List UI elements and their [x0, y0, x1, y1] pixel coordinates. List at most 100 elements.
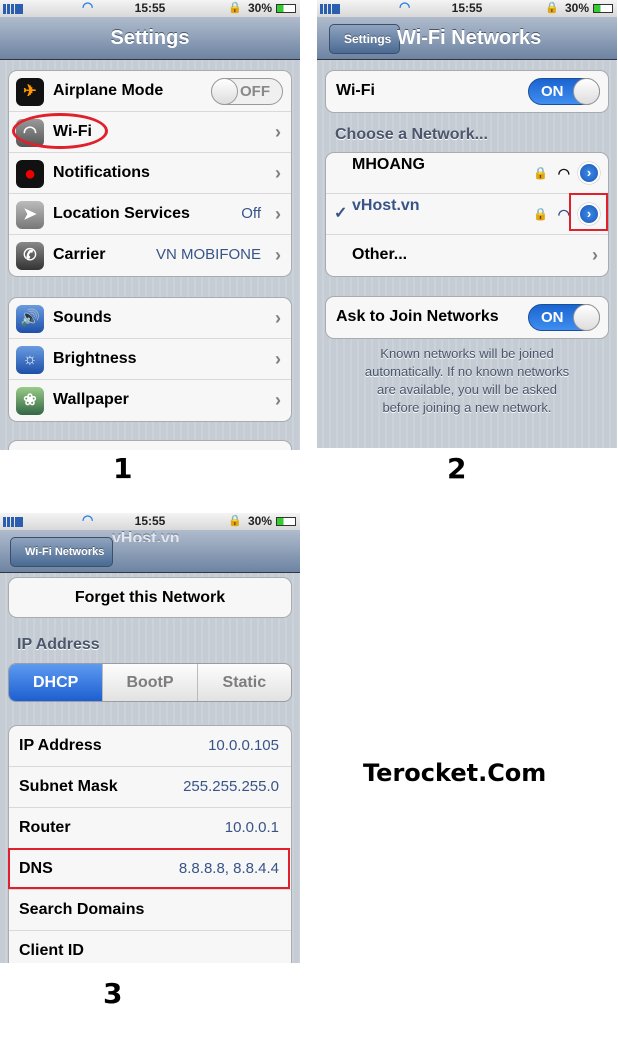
row-wallpaper[interactable]: ❀ Wallpaper › — [9, 380, 291, 421]
wifi-toggle[interactable]: ON — [528, 78, 600, 105]
row-location-services[interactable]: ➤ Location Services Off › — [9, 194, 291, 235]
row-label: Location Services — [53, 205, 190, 222]
ask-join-toggle[interactable]: ON — [528, 304, 600, 331]
row-label: Wallpaper — [53, 391, 129, 408]
row-label: Other... — [352, 246, 408, 263]
page-title: Settings — [110, 27, 190, 49]
row-search-domains[interactable]: Search Domains — [9, 890, 291, 931]
rotation-lock-icon: 🔒 — [228, 2, 242, 14]
row-label: IP Address — [19, 737, 102, 754]
toggle-knob — [211, 78, 238, 105]
blank-area — [0, 963, 300, 1038]
settings-group-3 — [8, 440, 292, 450]
toggle-label: ON — [541, 309, 564, 326]
row-wifi: Wi-Fi ON — [326, 71, 608, 112]
row-label: Subnet Mask — [19, 778, 118, 795]
row-notifications[interactable]: ● Notifications › — [9, 153, 291, 194]
ip-mode-segmented-control: DHCP BootP Static — [8, 663, 292, 702]
back-button[interactable]: Wi-Fi Networks — [10, 537, 114, 567]
nav-bar: Settings Wi-Fi Networks — [317, 17, 617, 60]
row-label: Search Domains — [19, 901, 145, 918]
row-label: Brightness — [53, 350, 137, 367]
chevron-right-icon: › — [275, 245, 281, 265]
checkmark-icon: ✓ — [334, 205, 348, 222]
settings-group-2: 🔊 Sounds › ☼ Brightness › ❀ Wallpaper › — [8, 297, 292, 422]
row-client-id[interactable]: Client ID — [9, 931, 291, 963]
detail-disclosure-button[interactable]: › — [578, 162, 600, 184]
toggle-knob — [573, 304, 600, 331]
segment-dhcp[interactable]: DHCP — [9, 664, 103, 701]
battery-percent: 30% — [565, 1, 590, 15]
row-label: Ask to Join Networks — [336, 308, 499, 325]
watermark-text: Terocket.Com — [363, 759, 547, 787]
toggle-label: OFF — [240, 83, 270, 100]
rotation-lock-icon: 🔒 — [228, 515, 242, 527]
row-label: Airplane Mode — [53, 82, 164, 99]
wifi-networks-screen: ◠ 15:55 🔒 30% Settings Wi-Fi Networks Wi… — [317, 0, 617, 448]
network-item-selected[interactable]: ✓ vHost.vn 🔒 ◠ › — [326, 194, 608, 235]
airplane-toggle[interactable]: OFF — [211, 78, 283, 105]
row-value: 255.255.255.0 — [183, 778, 279, 795]
row-ask-to-join: Ask to Join Networks ON — [326, 297, 608, 338]
chevron-right-icon: › — [275, 349, 281, 369]
segment-static[interactable]: Static — [196, 664, 291, 701]
row-value: 10.0.0.105 — [208, 737, 279, 754]
forget-network-button[interactable]: Forget this Network — [8, 577, 292, 618]
wifi-toggle-group: Wi-Fi ON — [325, 70, 609, 113]
ask-join-group: Ask to Join Networks ON — [325, 296, 609, 339]
ip-details-table: IP Address 10.0.0.105 Subnet Mask 255.255.… — [8, 725, 292, 963]
notifications-icon: ● — [16, 160, 44, 188]
speaker-icon: 🔊 — [16, 305, 44, 333]
settings-screen: ◠ 15:55 🔒 30% Settings ✈ Airplane Mode OFF… — [0, 0, 300, 450]
toggle-label: ON — [541, 83, 564, 100]
network-detail-screen: ◠ 15:55 🔒 30% Wi-Fi Networks vHost.vn Fo… — [0, 513, 300, 963]
rotation-lock-icon: 🔒 — [545, 2, 559, 14]
chevron-right-icon: › — [275, 390, 281, 410]
chevron-right-icon: › — [275, 163, 281, 183]
row-label: Router — [19, 819, 71, 836]
lock-icon: 🔒 — [533, 207, 548, 221]
dns-highlight-box — [8, 848, 290, 889]
location-icon: ➤ — [16, 201, 44, 229]
battery-icon — [276, 4, 296, 13]
row-value: Off — [241, 205, 261, 222]
battery-icon — [593, 4, 613, 13]
battery-percent: 30% — [248, 1, 273, 15]
row-ip-address: IP Address 10.0.0.105 — [9, 726, 291, 767]
status-bar: ◠ 15:55 🔒 30% — [0, 0, 300, 17]
detail-highlight-box — [569, 193, 608, 231]
battery-percent: 30% — [248, 514, 273, 528]
page-title: Wi-Fi Networks — [397, 27, 542, 49]
section-header: Choose a Network... — [335, 126, 488, 143]
row-carrier[interactable]: ✆ Carrier VN MOBIFONE › — [9, 235, 291, 276]
airplane-icon: ✈ — [16, 78, 44, 106]
chevron-right-icon: › — [592, 245, 598, 265]
toggle-knob — [573, 78, 600, 105]
section-header: IP Address — [17, 636, 100, 653]
row-label: Wi-Fi — [336, 82, 375, 99]
wallpaper-icon: ❀ — [16, 387, 44, 415]
wifi-highlight-circle — [12, 113, 108, 149]
row-brightness[interactable]: ☼ Brightness › — [9, 339, 291, 380]
network-list: MHOANG 🔒 ◠ › ✓ vHost.vn 🔒 ◠ › Other... › — [325, 152, 609, 277]
row-value: 10.0.0.1 — [224, 819, 279, 836]
step-label-2: 2 — [447, 452, 467, 485]
row-sounds[interactable]: 🔊 Sounds › — [9, 298, 291, 339]
status-bar: ◠ 15:55 🔒 30% — [317, 0, 617, 17]
chevron-right-icon: › — [275, 308, 281, 328]
brightness-icon: ☼ — [16, 346, 44, 374]
segment-bootp[interactable]: BootP — [102, 664, 196, 701]
back-button[interactable]: Settings — [329, 24, 401, 54]
chevron-right-icon: › — [275, 204, 281, 224]
nav-bar: Settings — [0, 17, 300, 60]
row-label: Carrier — [53, 246, 106, 263]
battery-icon — [276, 517, 296, 526]
step-label-1: 1 — [113, 452, 133, 485]
network-name: vHost.vn — [352, 197, 420, 214]
step-label-3: 3 — [103, 977, 123, 1010]
chevron-right-icon: › — [275, 122, 281, 142]
row-airplane-mode[interactable]: ✈ Airplane Mode OFF — [9, 71, 291, 112]
network-name: MHOANG — [352, 156, 425, 173]
row-label: Client ID — [19, 942, 84, 959]
network-other[interactable]: Other... › — [326, 235, 608, 276]
